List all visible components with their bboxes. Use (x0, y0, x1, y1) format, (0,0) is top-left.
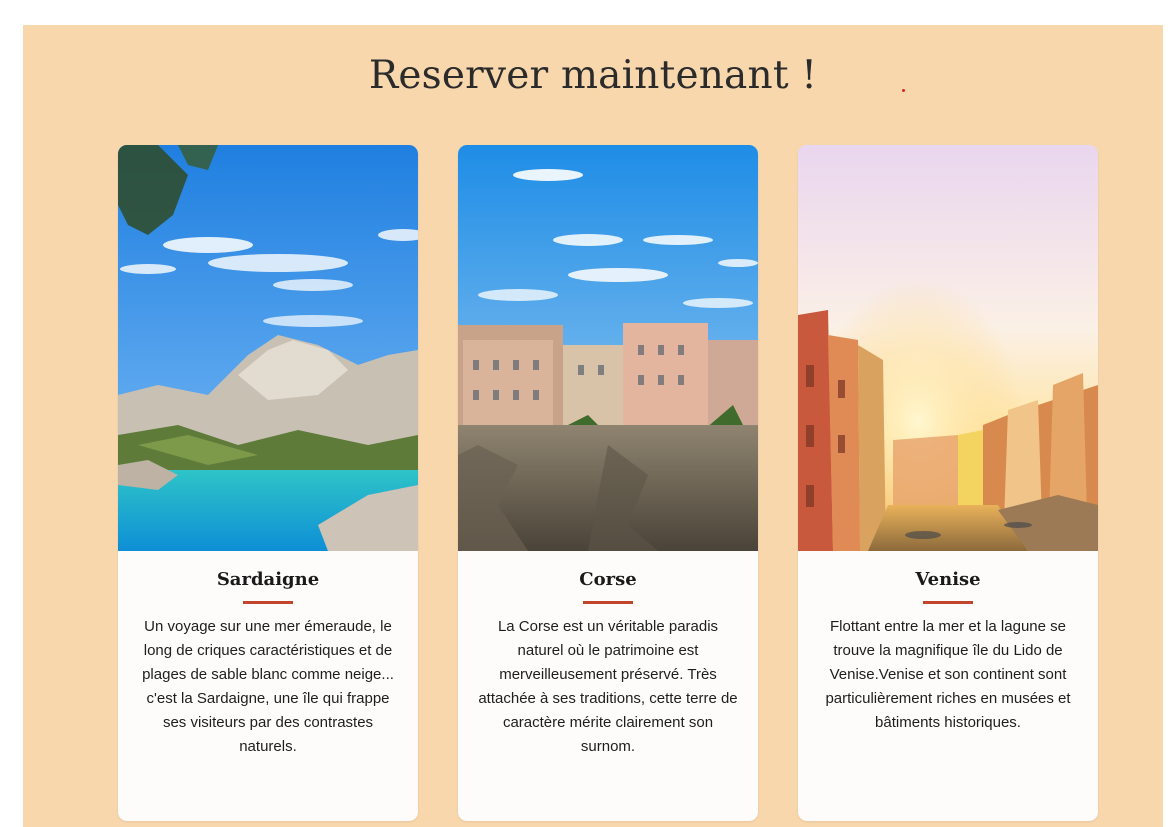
destination-card-sardaigne[interactable]: Sardaigne Un voyage sur une mer émeraude… (118, 145, 418, 821)
title-underline (923, 601, 973, 604)
venice-image (798, 145, 1098, 551)
card-description: Un voyage sur une mer émeraude, le long … (142, 618, 394, 755)
booking-section: Reserver maintenant ! Sardaigne Un voyag… (23, 25, 1163, 827)
decorative-dot (902, 89, 905, 92)
title-underline (583, 601, 633, 604)
card-title: Sardaigne (216, 569, 320, 590)
corsica-image (458, 145, 758, 551)
sardinia-image (118, 145, 418, 551)
section-title: Reserver maintenant ! (368, 53, 818, 98)
title-underline (243, 601, 293, 604)
card-title: Venise (915, 569, 981, 590)
card-title: Corse (579, 569, 637, 590)
card-description: Flottant entre la mer et la lagune se tr… (825, 618, 1071, 731)
card-description: La Corse est un véritable paradis nature… (478, 618, 738, 755)
destination-card-corse[interactable]: Corse La Corse est un véritable paradis … (458, 145, 758, 821)
destination-card-venise[interactable]: Venise Flottant entre la mer et la lagun… (798, 145, 1098, 821)
